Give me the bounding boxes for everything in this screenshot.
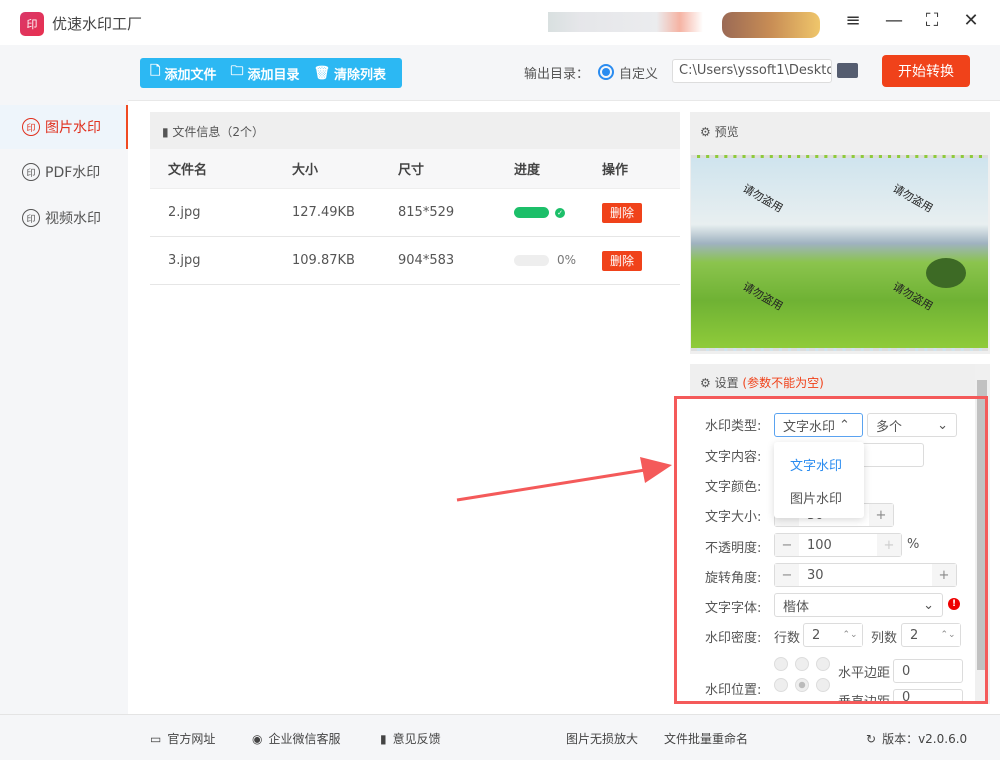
delete-button[interactable]: 删除 xyxy=(602,251,643,271)
column-dimensions: 尺寸 xyxy=(398,163,425,178)
table-row: 3.jpg 109.87KB 904*583 0% 删除 xyxy=(150,237,680,285)
add-file-button[interactable]: 🗋 添加文件 xyxy=(150,62,216,84)
add-file-label: 添加文件 xyxy=(164,67,217,83)
file-name: 3.jpg xyxy=(168,253,201,268)
preview-image: 请勿盗用 请勿盗用 请勿盗用 请勿盗用 xyxy=(691,155,988,351)
progress-bar xyxy=(514,207,549,218)
start-convert-button[interactable]: 开始转换 xyxy=(882,55,970,87)
custom-output-label: 自定义 xyxy=(619,67,659,82)
file-icon: 🗋 xyxy=(150,64,161,79)
column-filename: 文件名 xyxy=(168,163,208,178)
gear-icon: ⚙ xyxy=(700,125,715,139)
app-title: 优速水印工厂 xyxy=(52,15,143,33)
version-info[interactable]: ↻ 版本：v2.0.6.0 xyxy=(866,730,967,747)
settings-header: ⚙ 设置 (参数不能为空) xyxy=(690,364,975,396)
file-name: 2.jpg xyxy=(168,205,201,220)
wechat-support-link[interactable]: ◉ 企业微信客服 xyxy=(252,730,341,747)
custom-output-radio[interactable] xyxy=(598,64,614,80)
arrow-head xyxy=(640,457,672,483)
watermark-text: 请勿盗用 xyxy=(890,279,936,314)
web-icon: ▭ xyxy=(150,731,162,746)
check-icon: ✓ xyxy=(555,207,565,218)
sidebar-item-image-watermark[interactable]: 印图片水印 xyxy=(0,105,128,149)
clear-list-label: 清除列表 xyxy=(334,67,387,83)
table-header: 文件名 大小 尺寸 进度 操作 xyxy=(150,149,680,189)
add-folder-button[interactable]: 🗀 添加目录 xyxy=(230,62,299,84)
blurred-avatar[interactable] xyxy=(722,12,820,38)
column-progress: 进度 xyxy=(514,163,541,178)
sidebar-item-video-watermark[interactable]: 印视频水印 xyxy=(0,196,128,240)
file-dimensions: 815*529 xyxy=(398,205,455,220)
file-size: 127.49KB xyxy=(292,205,355,220)
fullscreen-icon[interactable]: ⛶ xyxy=(920,10,944,31)
column-size: 大小 xyxy=(292,163,319,178)
preview-title-text: 预览 xyxy=(714,125,739,139)
gear-icon: ⚙ xyxy=(700,376,715,390)
watermark-text: 请勿盗用 xyxy=(890,181,936,216)
column-action: 操作 xyxy=(602,163,629,178)
blurred-user-info xyxy=(548,12,703,32)
delete-button[interactable]: 删除 xyxy=(602,203,643,223)
arrow-shaft xyxy=(456,468,646,502)
minimize-icon[interactable]: — xyxy=(882,10,906,31)
file-size: 109.87KB xyxy=(292,253,355,268)
progress-bar xyxy=(514,255,549,266)
close-icon[interactable]: ✕ xyxy=(959,10,983,31)
feedback-label: 意见反馈 xyxy=(392,732,441,746)
progress-cell: 0% xyxy=(496,253,602,268)
annotation-arrow xyxy=(456,457,672,502)
preview-title: ⚙ 预览 xyxy=(700,123,739,140)
sidebar-item-label: 图片水印 xyxy=(45,120,101,136)
trash-icon: 🗑 xyxy=(313,65,331,81)
tree xyxy=(926,258,966,288)
refresh-icon: ↻ xyxy=(866,731,877,746)
folder-icon: 🗀 xyxy=(230,64,244,79)
file-dimensions: 904*583 xyxy=(398,253,455,268)
clear-list-button[interactable]: 🗑 清除列表 xyxy=(314,64,387,83)
website-link[interactable]: ▭ 官方网址 xyxy=(150,730,215,747)
stamp-icon: 印 xyxy=(22,163,40,181)
progress-cell: ✓ xyxy=(496,205,602,220)
sidebar-item-label: 视频水印 xyxy=(45,211,101,227)
chat-icon: ◉ xyxy=(252,731,263,746)
feedback-link[interactable]: ▮ 意见反馈 xyxy=(380,730,441,747)
output-dir-label: 输出目录： xyxy=(524,67,590,82)
file-actions: 🗋 添加文件 🗀 添加目录 🗑 清除列表 xyxy=(140,58,402,88)
image-upscale-link[interactable]: 图片无损放大 xyxy=(566,730,638,747)
table-row: 2.jpg 127.49KB 815*529 ✓ 删除 xyxy=(150,189,680,237)
stamp-icon: 印 xyxy=(22,209,40,227)
annotation-highlight-box xyxy=(674,396,988,704)
progress-fill xyxy=(514,207,549,218)
watermark-text: 请勿盗用 xyxy=(740,279,786,314)
progress-text: 0% xyxy=(557,253,577,267)
file-list-panel: ▮ 文件信息（2个） 文件名 大小 尺寸 进度 操作 2.jpg 127.49K… xyxy=(150,112,680,702)
footer: ▭ 官方网址 ◉ 企业微信客服 ▮ 意见反馈 图片无损放大 文件批量重命名 ↻ 版本：v… xyxy=(0,714,1000,760)
feedback-icon: ▮ xyxy=(380,731,387,746)
settings-warning: (参数不能为空) xyxy=(742,376,824,390)
file-icon: ▮ xyxy=(162,125,173,139)
output-path-input[interactable]: C:\Users\yssoft1\Desktop xyxy=(672,59,832,83)
browse-folder-icon[interactable] xyxy=(837,63,858,78)
file-info-header: ▮ 文件信息（2个） xyxy=(150,112,680,149)
app-logo: 印 xyxy=(20,12,44,36)
add-folder-label: 添加目录 xyxy=(247,67,300,83)
watermark-text: 请勿盗用 xyxy=(740,181,786,216)
sidebar-item-label: PDF水印 xyxy=(45,165,101,181)
menu-icon[interactable]: ≡ xyxy=(841,10,865,31)
settings-title: 设置 xyxy=(714,376,739,390)
sidebar-item-pdf-watermark[interactable]: 印 PDF水印 xyxy=(0,150,128,194)
logo-text: 印 xyxy=(26,18,38,31)
website-label: 官方网址 xyxy=(167,732,216,746)
wechat-label: 企业微信客服 xyxy=(268,732,341,746)
batch-rename-link[interactable]: 文件批量重命名 xyxy=(664,730,748,747)
stamp-icon: 印 xyxy=(22,118,40,136)
file-info-title: 文件信息（2个） xyxy=(172,125,265,139)
version-label: 版本：v2.0.6.0 xyxy=(882,732,968,746)
